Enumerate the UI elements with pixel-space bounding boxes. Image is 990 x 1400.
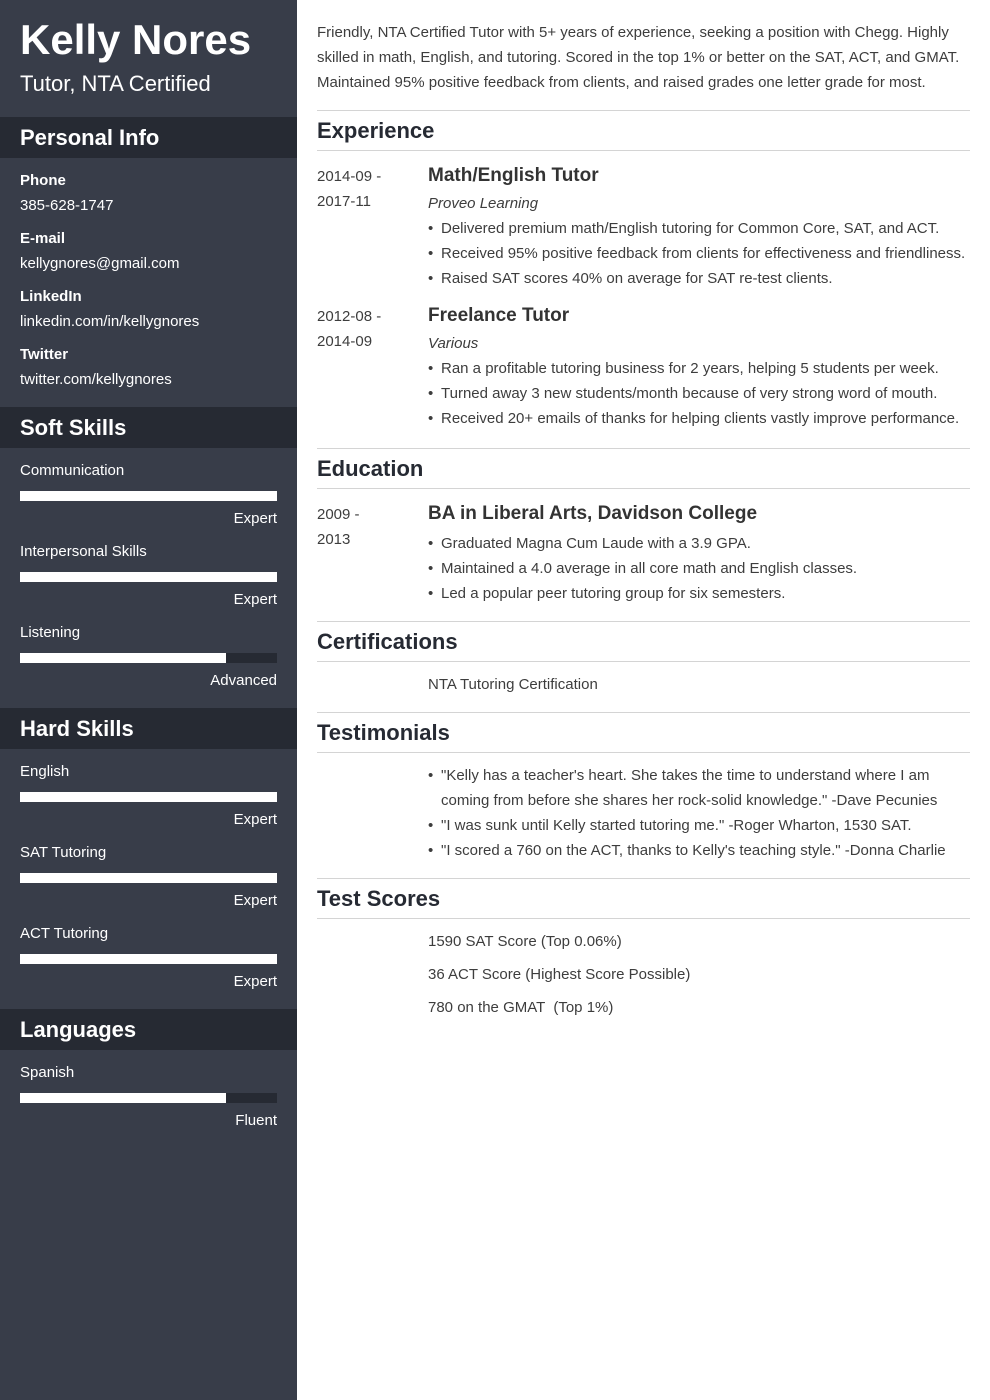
skill-level: Expert xyxy=(233,510,277,527)
skill-bar-fill xyxy=(20,653,226,663)
linkedin-label: LinkedIn xyxy=(20,288,82,305)
phone-label: Phone xyxy=(20,172,66,189)
employer: Various xyxy=(428,335,479,352)
candidate-title: Tutor, NTA Certified xyxy=(20,71,211,96)
certifications-heading: Certifications xyxy=(317,629,458,654)
twitter-value[interactable]: twitter.com/kellygnores xyxy=(20,370,172,390)
bullet: Turned away 3 new students/month because… xyxy=(428,381,970,406)
bullet: Raised SAT scores 40% on average for SAT… xyxy=(428,266,970,291)
employer: Proveo Learning xyxy=(428,195,539,212)
testimonials-heading: Testimonials xyxy=(317,720,450,745)
testimonial: "Kelly has a teacher's heart. She takes … xyxy=(428,763,958,813)
experience-date: 2012-08 - 2014-09 xyxy=(317,304,417,354)
job-bullets: Ran a profitable tutoring business for 2… xyxy=(428,356,970,431)
email-label: E-mail xyxy=(20,230,66,247)
twitter-label: Twitter xyxy=(20,346,69,363)
summary: Friendly, NTA Certified Tutor with 5+ ye… xyxy=(317,24,960,91)
date-start: 2012-08 - xyxy=(317,308,382,325)
date-start: 2009 - xyxy=(317,506,360,523)
divider xyxy=(317,878,970,879)
hard-skills-heading: Hard Skills xyxy=(0,708,297,749)
bullet: Received 20+ emails of thanks for helpin… xyxy=(428,406,970,431)
experience-heading: Experience xyxy=(317,118,435,143)
testimonial: "I scored a 760 on the ACT, thanks to Ke… xyxy=(428,838,958,863)
bullet: Ran a profitable tutoring business for 2… xyxy=(428,356,970,381)
testimonial-bullets: "Kelly has a teacher's heart. She takes … xyxy=(428,763,958,863)
date-end: 2017-11 xyxy=(317,193,371,210)
skill-level: Expert xyxy=(233,811,277,828)
skill-name: English xyxy=(20,763,70,780)
language-name: Spanish xyxy=(20,1064,75,1081)
skill-level: Expert xyxy=(233,973,277,990)
experience-date: 2014-09 - 2017-11 xyxy=(317,164,417,214)
skill-name: Interpersonal Skills xyxy=(20,543,147,560)
skill-name: Communication xyxy=(20,462,125,479)
sidebar: Kelly Nores Tutor, NTA Certified Persona… xyxy=(0,0,297,1400)
phone-value[interactable]: 385-628-1747 xyxy=(20,196,113,216)
divider xyxy=(317,918,970,919)
job-title: Freelance Tutor xyxy=(428,305,570,326)
linkedin-value[interactable]: linkedin.com/in/kellygnores xyxy=(20,312,199,332)
skill-level: Advanced xyxy=(210,672,277,689)
experience-entry: Freelance Tutor Various Ran a profitable… xyxy=(428,303,970,431)
bullet: Received 95% positive feedback from clie… xyxy=(428,241,970,266)
degree-title: BA in Liberal Arts, Davidson College xyxy=(428,503,758,524)
test-score-item: 780 on the GMAT (Top 1%) xyxy=(428,999,614,1016)
divider xyxy=(317,448,970,449)
education-heading: Education xyxy=(317,456,424,481)
date-end: 2013 xyxy=(317,531,351,548)
experience-entry: Math/English Tutor Proveo Learning Deliv… xyxy=(428,163,970,291)
skill-bar xyxy=(20,572,277,582)
divider xyxy=(317,661,970,662)
skill-name: SAT Tutoring xyxy=(20,844,107,861)
skill-name: Listening xyxy=(20,624,81,641)
language-bar-fill xyxy=(20,1093,226,1103)
skill-bar xyxy=(20,491,277,501)
divider xyxy=(317,110,970,111)
soft-skills-heading: Soft Skills xyxy=(0,407,297,448)
job-title: Math/English Tutor xyxy=(428,165,599,186)
skill-bar xyxy=(20,873,277,883)
job-bullets: Delivered premium math/English tutoring … xyxy=(428,216,970,291)
testimonial: "I was sunk until Kelly started tutoring… xyxy=(428,813,958,838)
divider xyxy=(317,150,970,151)
divider xyxy=(317,488,970,489)
divider xyxy=(317,621,970,622)
language-bar xyxy=(20,1093,277,1103)
bullet: Delivered premium math/English tutoring … xyxy=(428,216,970,241)
email-value[interactable]: kellygnores@gmail.com xyxy=(20,254,179,274)
skill-bar-fill xyxy=(20,954,277,964)
testimonials-list: "Kelly has a teacher's heart. She takes … xyxy=(428,763,958,863)
date-end: 2014-09 xyxy=(317,333,373,350)
test-score-item: 1590 SAT Score (Top 0.06%) xyxy=(428,933,622,950)
education-bullets: Graduated Magna Cum Laude with a 3.9 GPA… xyxy=(428,531,970,606)
date-start: 2014-09 - xyxy=(317,168,382,185)
skill-name: ACT Tutoring xyxy=(20,925,109,942)
skill-level: Expert xyxy=(233,591,277,608)
skill-bar xyxy=(20,954,277,964)
test-score-item: 36 ACT Score (Highest Score Possible) xyxy=(428,966,691,983)
certification-item: NTA Tutoring Certification xyxy=(428,676,598,693)
bullet: Maintained a 4.0 average in all core mat… xyxy=(428,556,970,581)
skill-bar xyxy=(20,792,277,802)
candidate-name: Kelly Nores xyxy=(20,16,252,63)
skill-bar-fill xyxy=(20,491,277,501)
divider xyxy=(317,752,970,753)
skill-level: Expert xyxy=(233,892,277,909)
divider xyxy=(317,712,970,713)
language-level: Fluent xyxy=(235,1112,277,1129)
test-scores-heading: Test Scores xyxy=(317,886,441,911)
skill-bar-fill xyxy=(20,873,277,883)
education-date: 2009 - 2013 xyxy=(317,502,417,552)
skill-bar-fill xyxy=(20,572,277,582)
education-entry: BA in Liberal Arts, Davidson College Gra… xyxy=(428,501,970,606)
skill-bar-fill xyxy=(20,792,277,802)
bullet: Graduated Magna Cum Laude with a 3.9 GPA… xyxy=(428,531,970,556)
languages-heading: Languages xyxy=(0,1009,297,1050)
skill-bar xyxy=(20,653,277,663)
personal-info-heading: Personal Info xyxy=(0,117,297,158)
bullet: Led a popular peer tutoring group for si… xyxy=(428,581,970,606)
